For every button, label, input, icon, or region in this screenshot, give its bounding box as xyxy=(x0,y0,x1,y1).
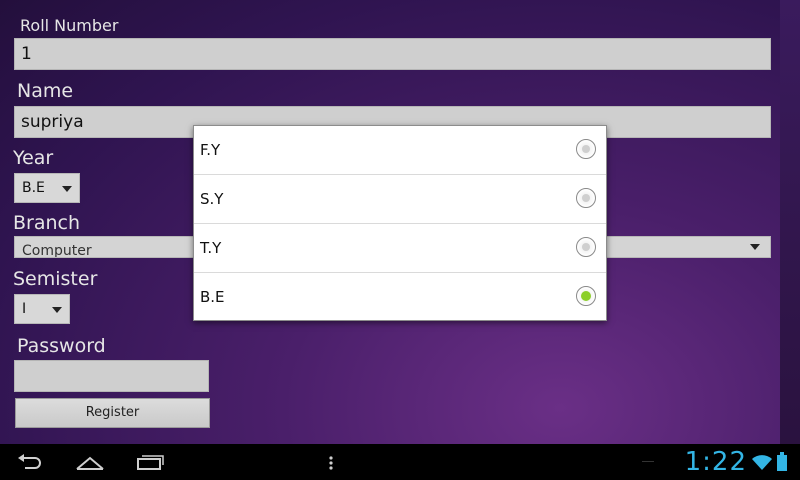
year-selection-dialog: F.Y S.Y T.Y B.E xyxy=(193,125,607,321)
dropdown-arrow-icon xyxy=(52,307,62,313)
home-icon[interactable] xyxy=(75,452,105,472)
password-field[interactable] xyxy=(14,360,209,392)
year-option-fy[interactable]: F.Y xyxy=(194,126,606,175)
year-spinner-value: B.E xyxy=(22,180,45,196)
year-option-ty[interactable]: T.Y xyxy=(194,224,606,273)
year-spinner[interactable]: B.E xyxy=(14,173,80,203)
radio-button-checked[interactable] xyxy=(576,286,596,306)
register-button[interactable]: Register xyxy=(15,398,210,428)
back-icon[interactable] xyxy=(16,452,44,472)
branch-spinner-value: Computer xyxy=(22,243,92,258)
radio-button[interactable] xyxy=(576,139,596,159)
system-navigation-bar: 1:22 xyxy=(0,444,800,480)
dropdown-arrow-icon xyxy=(750,244,760,250)
roll-number-field[interactable]: 1 xyxy=(14,38,771,70)
option-label: B.E xyxy=(200,288,225,306)
name-label: Name xyxy=(17,80,74,102)
dropdown-arrow-icon xyxy=(62,186,72,192)
status-clock: 1:22 xyxy=(684,447,747,477)
password-label: Password xyxy=(17,335,106,357)
roll-number-label: Roll Number xyxy=(20,16,119,35)
right-edge-strip xyxy=(780,0,800,444)
option-label: T.Y xyxy=(200,239,222,257)
year-option-sy[interactable]: S.Y xyxy=(194,175,606,224)
year-label: Year xyxy=(13,147,54,169)
recent-apps-icon[interactable] xyxy=(136,452,166,472)
battery-icon xyxy=(777,452,787,471)
radio-button[interactable] xyxy=(576,188,596,208)
year-option-be[interactable]: B.E xyxy=(194,273,606,322)
option-label: S.Y xyxy=(200,190,224,208)
semister-spinner-value: I xyxy=(22,301,27,317)
semister-spinner[interactable]: I xyxy=(14,294,70,324)
branch-label: Branch xyxy=(13,212,81,234)
wifi-icon xyxy=(752,455,772,470)
radio-button[interactable] xyxy=(576,237,596,257)
menu-icon[interactable] xyxy=(327,456,335,472)
option-label: F.Y xyxy=(200,141,221,159)
status-separator xyxy=(642,461,654,462)
semister-label: Semister xyxy=(13,268,98,290)
